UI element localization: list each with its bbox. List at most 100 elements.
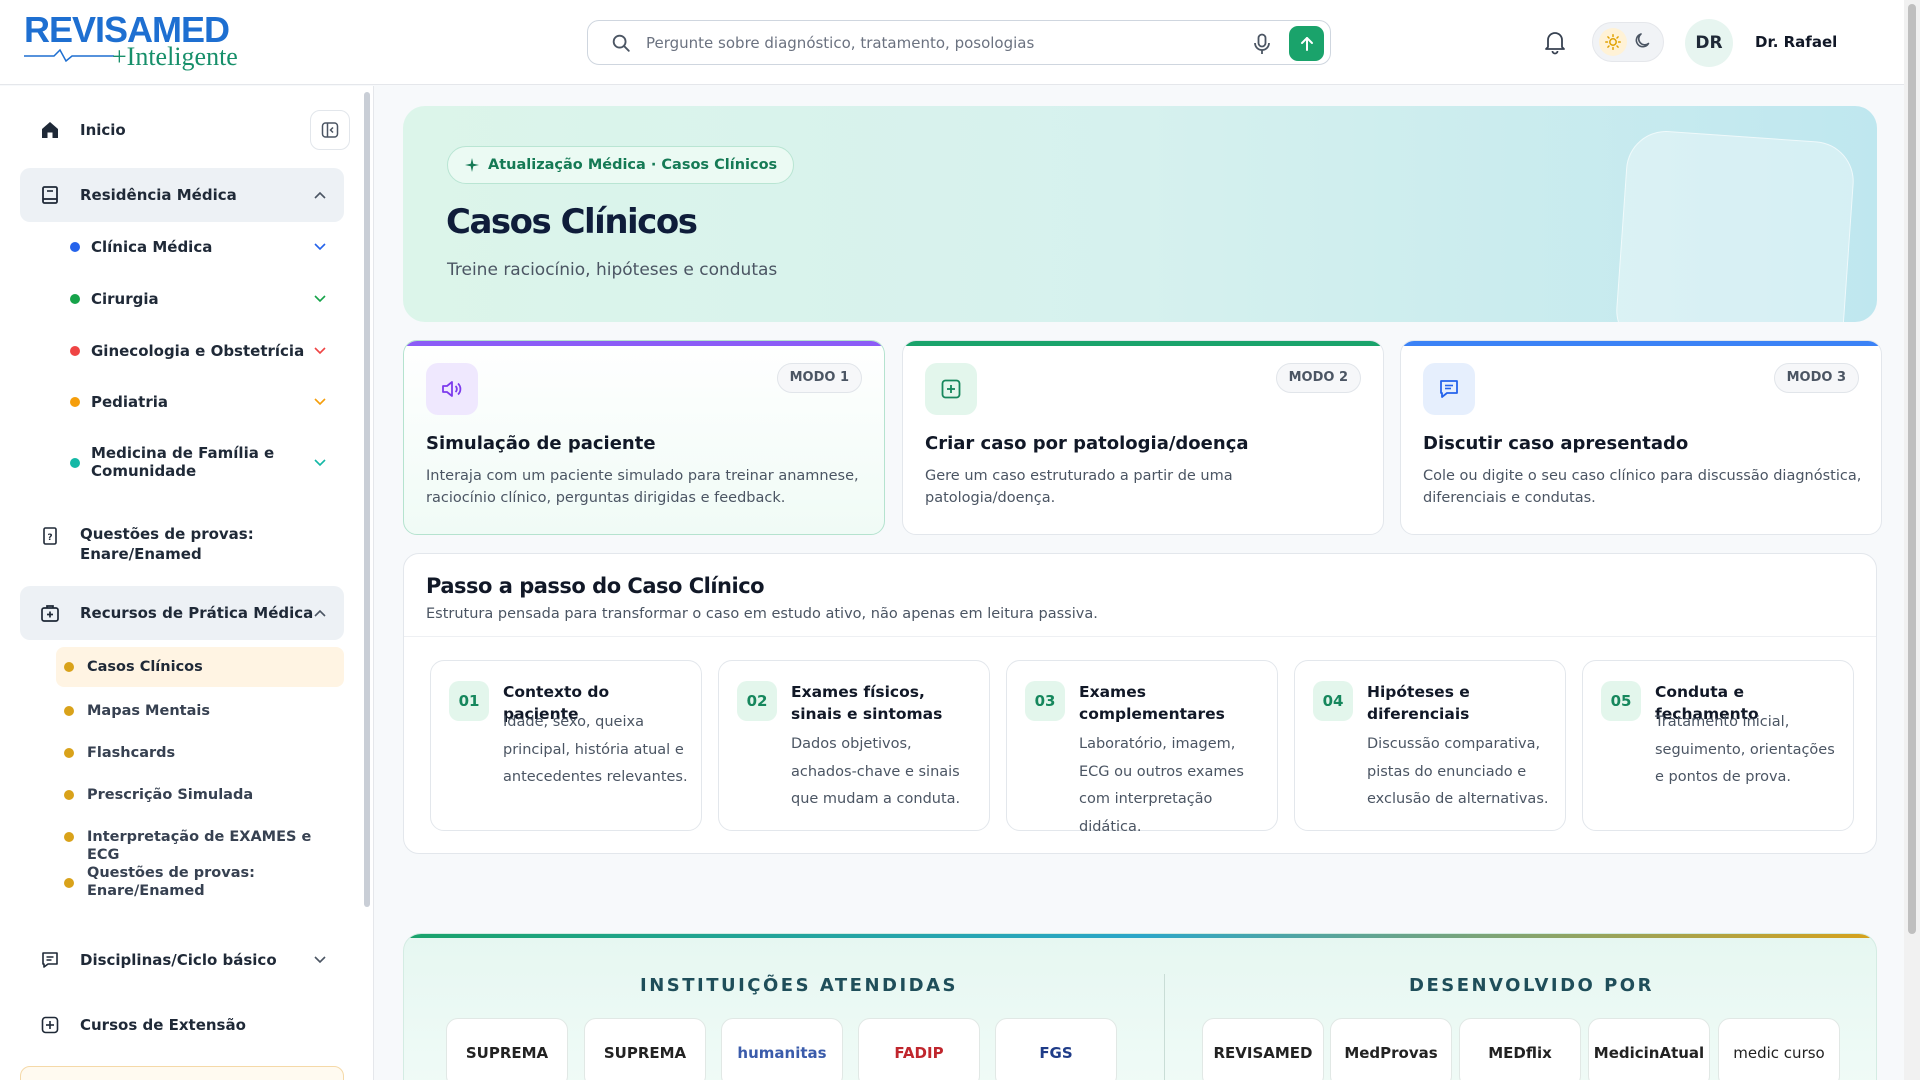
resource-prescricao-simulada[interactable]: Prescrição Simulada [56,775,344,815]
sidebar-item-label: Disciplinas/Ciclo básico [80,951,277,969]
resource-label: Casos Clínicos [87,659,203,675]
exam-document-icon: ? [43,527,57,545]
resource-interpretacao-exames[interactable]: Interpretação de EXAMES e ECG [56,817,344,863]
search-bar[interactable] [587,20,1331,65]
institution-logo-text: FGS [1039,1044,1073,1062]
chevron-up-icon [314,191,326,199]
sidebar: Inicio Residência Médica Clínica Médica … [0,86,374,1080]
specialty-pediatria[interactable]: Pediatria [60,387,340,417]
sidebar-item-recursos[interactable]: Recursos de Prática Médica [20,586,344,640]
step-number: 05 [1601,681,1641,721]
resource-questoes-provas[interactable]: Questões de provas: Enare/Enamed [56,861,344,905]
sidebar-item-home[interactable]: Inicio [20,108,344,152]
status-dot [64,748,74,758]
mode-title: Discutir caso apresentado [1423,433,1689,454]
sidebar-item-label: Residência Médica [80,186,237,204]
heartbeat-line-icon [24,48,114,62]
search-input[interactable] [646,29,1226,57]
sidebar-item-label: Recursos de Prática Médica [80,604,314,622]
mode-title: Simulação de paciente [426,433,656,454]
sun-icon [1605,34,1621,50]
sidebar-item-label: Cursos de Extensão [80,1016,246,1034]
chevron-down-icon [314,956,326,964]
logo-tagline: +Inteligente [112,42,238,71]
page-title: Casos Clínicos [446,202,698,242]
sidebar-item-questoes[interactable]: ? Questões de provas: Enare/Enamed [20,522,344,566]
developer-logo: MedProvas [1330,1018,1452,1080]
resource-mapas-mentais[interactable]: Mapas Mentais [56,691,344,731]
speaker-icon [442,381,462,397]
specialty-ginecologia[interactable]: Ginecologia e Obstetrícia [60,336,340,366]
status-dot [64,662,74,672]
section-pill: Atualização Médica · Casos Clínicos [447,146,795,184]
step-number: 01 [449,681,489,721]
moon-icon[interactable] [1633,31,1653,51]
sidebar-item-cursos[interactable]: Cursos de Extensão [20,1003,344,1047]
top-header: REVISAMED +Inteligente Pergunte sobre di… [0,0,1904,85]
book-icon [42,186,58,204]
status-dot [70,397,80,407]
specialty-cirurgia[interactable]: Cirurgia [60,284,340,314]
sidebar-item-disciplinas[interactable]: Disciplinas/Ciclo básico [20,938,344,982]
chevron-down-icon [314,295,326,303]
step-number: 03 [1025,681,1065,721]
status-dot [64,790,74,800]
message-icon [1440,380,1458,398]
theme-toggle[interactable] [1592,22,1664,62]
microphone-icon[interactable] [1252,33,1272,55]
user-avatar[interactable]: DR [1685,19,1733,67]
institutions-title: INSTITUIÇÕES ATENDIDAS [640,975,958,996]
developer-logo: REVISAMED [1202,1018,1324,1080]
institution-logo-text: humanitas [737,1044,827,1062]
institution-logo: humanitas [721,1018,843,1080]
step-card: 02 Exames físicos, sinais e sintomas Dad… [718,660,990,831]
institution-logo-text: FADIP [894,1044,944,1062]
sidebar-item-label: Inicio [80,121,126,139]
step-description: Dados objetivos, achados-chave e sinais … [791,736,961,807]
sparkle-icon [465,158,479,172]
status-dot [70,294,80,304]
chevron-up-icon [314,609,326,617]
plus-square-icon [41,1016,59,1034]
specialty-label: Clínica Médica [91,238,213,256]
mode-card-simulacao[interactable]: MODO 1 Simulação de paciente Interaja co… [403,340,885,535]
window-scrollbar[interactable] [1904,0,1920,1080]
institution-logo: FGS [995,1018,1117,1080]
page-subtitle: Treine raciocínio, hipóteses e condutas [447,260,778,280]
chevron-down-icon [314,459,326,467]
resource-flashcards[interactable]: Flashcards [56,733,344,773]
collapse-sidebar-button[interactable] [310,110,350,150]
institution-logo-text: SUPREMA [603,1044,687,1062]
user-name[interactable]: Dr. Rafael [1755,33,1837,51]
resource-label: Prescrição Simulada [87,787,254,803]
mode-accent-bar [404,341,884,346]
notification-bell-icon[interactable] [1543,29,1567,55]
specialty-label: Medicina de Família e Comunidade [91,444,275,480]
step-card: 05 Conduta e fechamento Tratamento inici… [1582,660,1854,831]
light-mode-button[interactable] [1599,28,1627,56]
specialty-medicina-familia[interactable]: Medicina de Família e Comunidade [60,442,340,484]
specialty-label: Ginecologia e Obstetrícia [91,342,305,360]
sidebar-item-label: Questões de provas: Enare/Enamed [80,525,254,563]
scrollbar-thumb[interactable] [1908,4,1916,934]
sidebar-scrollbar[interactable] [364,92,370,907]
sidebar-promo-card[interactable] [20,1066,344,1080]
status-dot [64,832,74,842]
chevron-down-icon [314,398,326,406]
send-button[interactable] [1289,26,1324,61]
mode-card-criar-caso[interactable]: MODO 2 Criar caso por patologia/doença G… [902,340,1384,535]
search-icon [612,34,630,52]
status-dot [64,878,74,888]
status-dot [70,346,80,356]
step-title: Exames físicos, sinais e sintomas [791,683,943,723]
mode-card-discutir-caso[interactable]: MODO 3 Discutir caso apresentado Cole ou… [1400,340,1882,535]
revisamed-logo[interactable]: REVISAMED +Inteligente [24,12,254,72]
svg-text:?: ? [47,533,52,543]
resource-casos-clinicos[interactable]: Casos Clínicos [56,647,344,687]
developer-logo-text: MedProvas [1344,1044,1438,1062]
step-description: Tratamento inicial, seguimento, orientaç… [1655,714,1835,785]
mode-badge: MODO 1 [776,363,862,393]
sidebar-item-residencia[interactable]: Residência Médica [20,168,344,222]
specialty-clinica-medica[interactable]: Clínica Médica [60,232,340,262]
chevron-down-icon [314,347,326,355]
